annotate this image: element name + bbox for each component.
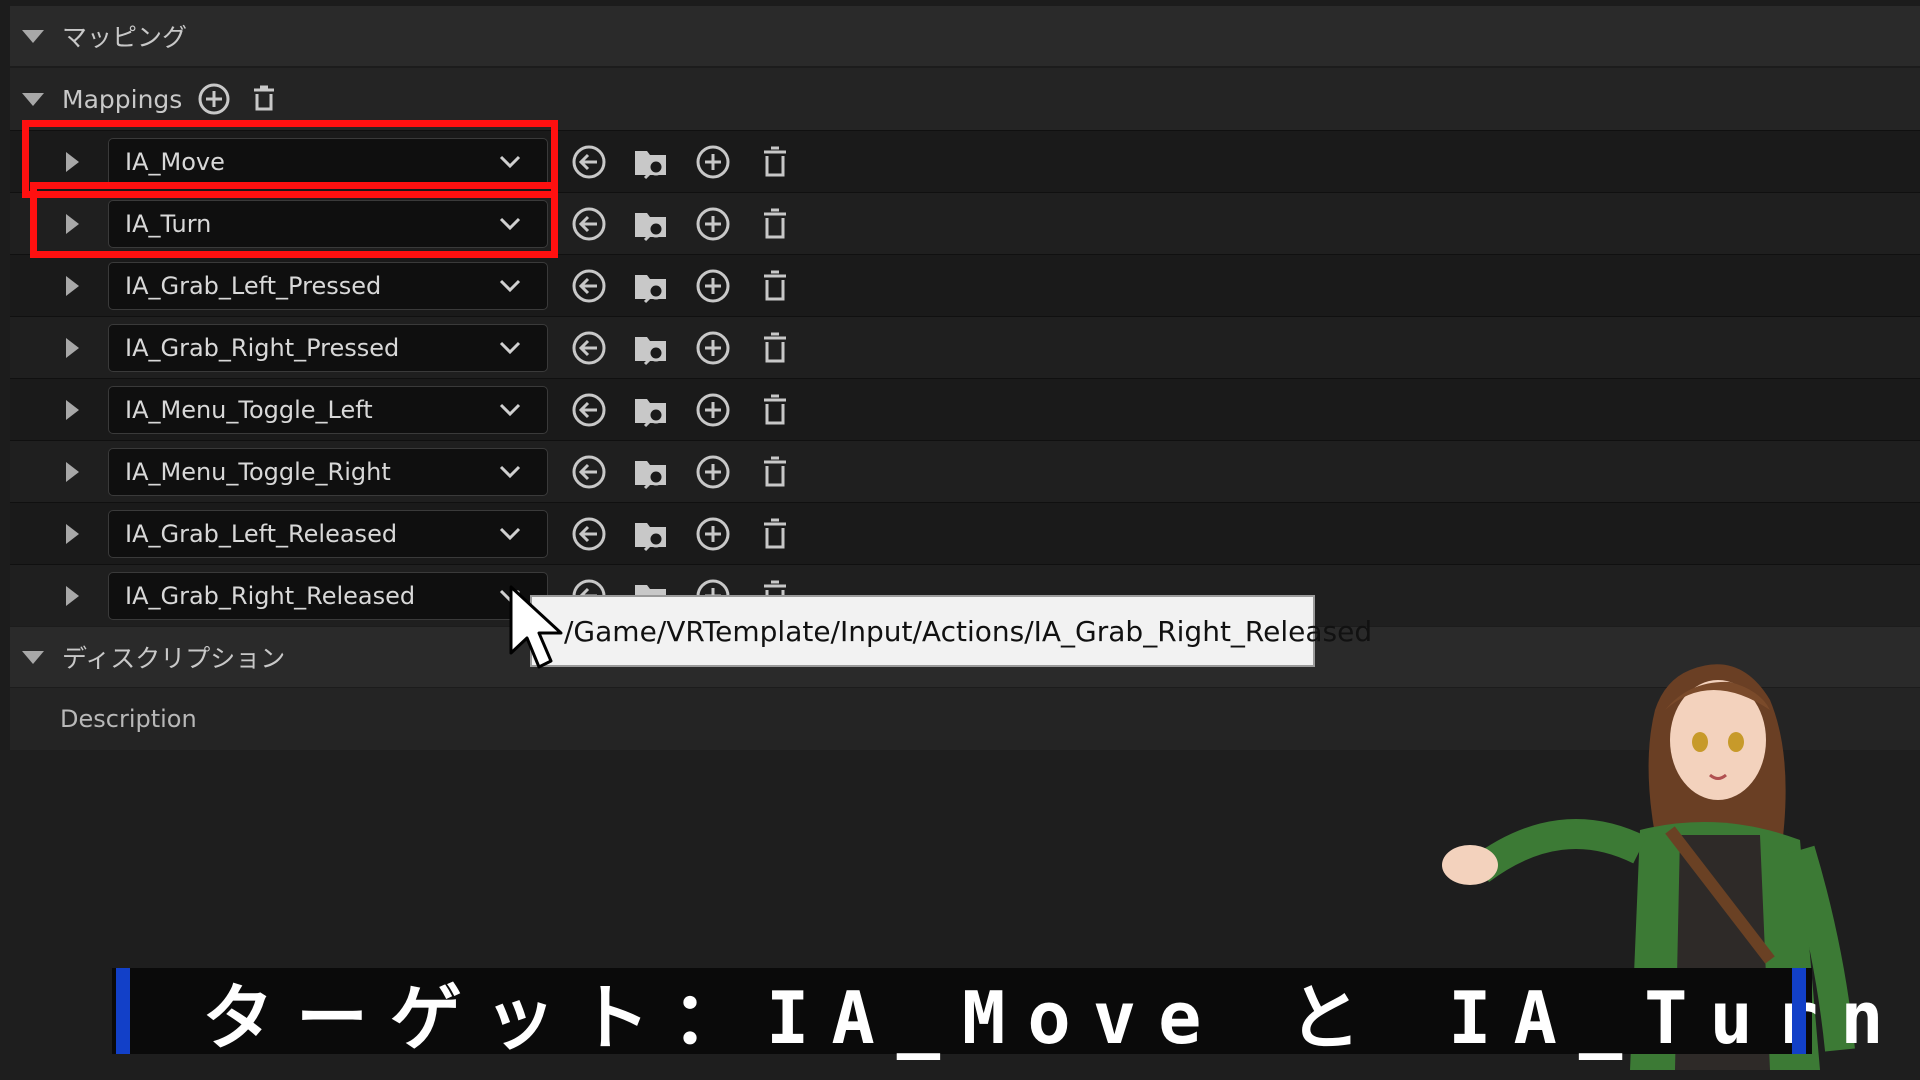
trash-icon[interactable] bbox=[756, 143, 794, 181]
mapping-section-title: マッピング bbox=[62, 23, 188, 52]
input-action-value: IA_Grab_Right_Released bbox=[125, 582, 416, 610]
trash-icon[interactable] bbox=[756, 205, 794, 243]
row-action-icons bbox=[570, 515, 794, 553]
subtitle-caption: ターゲット：IA_Move と IA_Turn bbox=[112, 968, 1884, 1060]
add-circle-icon[interactable] bbox=[694, 143, 732, 181]
browse-folder-icon[interactable] bbox=[632, 515, 670, 553]
row-action-icons bbox=[570, 453, 794, 491]
mapping-row[interactable]: IA_Menu_Toggle_Left bbox=[10, 378, 1920, 440]
add-circle-icon[interactable] bbox=[694, 515, 732, 553]
input-action-value: IA_Grab_Right_Pressed bbox=[125, 334, 400, 362]
browse-folder-icon[interactable] bbox=[632, 391, 670, 429]
add-circle-icon[interactable] bbox=[694, 453, 732, 491]
collapse-arrow-icon[interactable] bbox=[22, 650, 44, 664]
description-section-title: ディスクリプション bbox=[62, 644, 286, 673]
add-circle-icon[interactable] bbox=[694, 205, 732, 243]
expand-arrow-icon[interactable] bbox=[66, 338, 79, 358]
expand-arrow-icon[interactable] bbox=[66, 462, 79, 482]
mapping-row[interactable]: IA_Menu_Toggle_Right bbox=[10, 440, 1920, 502]
return-arrow-icon[interactable] bbox=[570, 453, 608, 491]
row-action-icons bbox=[570, 329, 794, 367]
browse-folder-icon[interactable] bbox=[632, 329, 670, 367]
mapping-section-header[interactable]: マッピング bbox=[10, 6, 1920, 66]
row-action-icons bbox=[570, 143, 794, 181]
trash-icon[interactable] bbox=[756, 453, 794, 491]
trash-icon[interactable] bbox=[756, 267, 794, 305]
input-action-dropdown[interactable]: IA_Menu_Toggle_Right bbox=[108, 448, 548, 496]
chevron-down-icon[interactable] bbox=[499, 465, 521, 479]
collapse-arrow-icon[interactable] bbox=[22, 29, 44, 43]
row-action-icons bbox=[570, 267, 794, 305]
input-action-value: IA_Grab_Left_Pressed bbox=[125, 272, 382, 300]
mappings-label: Mappings bbox=[62, 84, 183, 114]
expand-arrow-icon[interactable] bbox=[66, 276, 79, 296]
input-action-value: IA_Menu_Toggle_Right bbox=[125, 458, 391, 486]
return-arrow-icon[interactable] bbox=[570, 329, 608, 367]
input-action-dropdown[interactable]: IA_Grab_Right_Released bbox=[108, 572, 548, 620]
description-label: Description bbox=[60, 705, 197, 733]
expand-arrow-icon[interactable] bbox=[66, 524, 79, 544]
input-action-dropdown[interactable]: IA_Grab_Left_Released bbox=[108, 510, 548, 558]
chevron-down-icon[interactable] bbox=[499, 527, 521, 541]
clear-mappings-icon[interactable] bbox=[246, 81, 282, 117]
browse-folder-icon[interactable] bbox=[632, 143, 670, 181]
add-mapping-icon[interactable] bbox=[196, 81, 232, 117]
mapping-row[interactable]: IA_Grab_Right_Pressed bbox=[10, 316, 1920, 378]
add-circle-icon[interactable] bbox=[694, 391, 732, 429]
trash-icon[interactable] bbox=[756, 515, 794, 553]
caption-text: ターゲット：IA_Move と IA_Turn bbox=[202, 975, 1906, 1060]
mapping-row[interactable]: IA_Grab_Left_Pressed bbox=[10, 254, 1920, 316]
trash-icon[interactable] bbox=[756, 391, 794, 429]
collapse-arrow-icon[interactable] bbox=[22, 92, 44, 106]
return-arrow-icon[interactable] bbox=[570, 143, 608, 181]
return-arrow-icon[interactable] bbox=[570, 205, 608, 243]
browse-folder-icon[interactable] bbox=[632, 453, 670, 491]
expand-arrow-icon[interactable] bbox=[66, 586, 79, 606]
chevron-down-icon[interactable] bbox=[499, 403, 521, 417]
input-action-dropdown[interactable]: IA_Grab_Left_Pressed bbox=[108, 262, 548, 310]
trash-icon[interactable] bbox=[756, 329, 794, 367]
caption-accent-right bbox=[1792, 968, 1806, 1054]
row-action-icons bbox=[570, 391, 794, 429]
input-action-value: IA_Grab_Left_Released bbox=[125, 520, 398, 548]
input-action-value: IA_Menu_Toggle_Left bbox=[125, 396, 373, 424]
asset-path-tooltip: /Game/VRTemplate/Input/Actions/IA_Grab_R… bbox=[530, 595, 1372, 667]
return-arrow-icon[interactable] bbox=[570, 515, 608, 553]
add-circle-icon[interactable] bbox=[694, 267, 732, 305]
mouse-cursor-icon bbox=[509, 585, 563, 669]
row-action-icons bbox=[570, 205, 794, 243]
browse-folder-icon[interactable] bbox=[632, 267, 670, 305]
return-arrow-icon[interactable] bbox=[570, 391, 608, 429]
return-arrow-icon[interactable] bbox=[570, 267, 608, 305]
mapping-row[interactable]: IA_Grab_Left_Released bbox=[10, 502, 1920, 564]
highlight-box-ia-turn bbox=[30, 182, 558, 258]
expand-arrow-icon[interactable] bbox=[66, 400, 79, 420]
add-circle-icon[interactable] bbox=[694, 329, 732, 367]
input-action-dropdown[interactable]: IA_Grab_Right_Pressed bbox=[108, 324, 548, 372]
chevron-down-icon[interactable] bbox=[499, 279, 521, 293]
chevron-down-icon[interactable] bbox=[499, 341, 521, 355]
input-action-dropdown[interactable]: IA_Menu_Toggle_Left bbox=[108, 386, 548, 434]
browse-folder-icon[interactable] bbox=[632, 205, 670, 243]
caption-accent-left bbox=[116, 968, 130, 1054]
